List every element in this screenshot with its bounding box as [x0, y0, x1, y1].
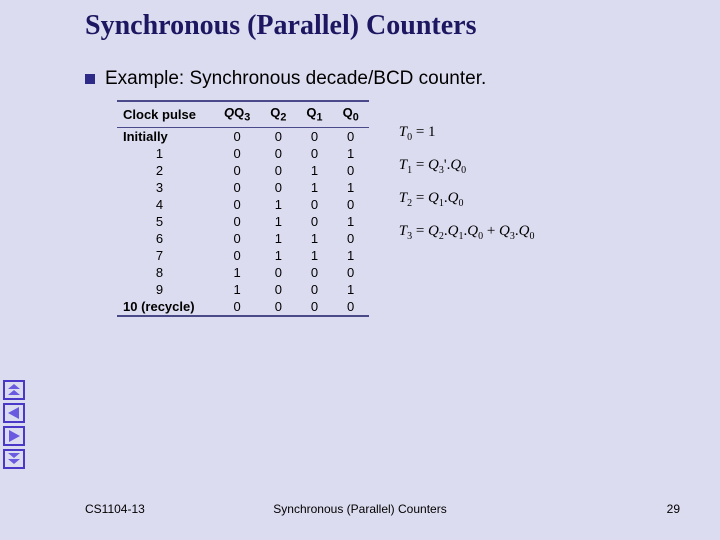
nav-strip [3, 380, 25, 469]
table-row: 91001 [117, 281, 369, 298]
table-row: Initially0000 [117, 127, 369, 145]
page-title: Synchronous (Parallel) Counters [85, 10, 692, 42]
footer-right: 29 [667, 502, 680, 516]
eq-t0: T0 = 1 [399, 124, 535, 143]
table-row: 70111 [117, 247, 369, 264]
col-q0: Q0 [333, 102, 369, 127]
table-row: 10001 [117, 145, 369, 162]
nav-last-button[interactable] [3, 449, 25, 469]
footer-left: CS1104-13 [85, 502, 145, 516]
col-q2: Q2 [260, 102, 296, 127]
eq-t3: T3 = Q2.Q1.Q0 + Q3.Q0 [399, 223, 535, 242]
table-row: 10 (recycle)0000 [117, 298, 369, 315]
right-triangle-icon [7, 430, 21, 442]
table: Clock pulse QQ3Q3 Q2 Q1 Q0 Initially0000… [117, 102, 369, 315]
nav-next-button[interactable] [3, 426, 25, 446]
table-row: 30011 [117, 179, 369, 196]
nav-prev-button[interactable] [3, 403, 25, 423]
col-q3: QQ3Q3 [214, 102, 260, 127]
double-up-icon [7, 384, 21, 396]
eq-t1: T1 = Q3'.Q0 [399, 157, 535, 176]
content-area: Clock pulse QQ3Q3 Q2 Q1 Q0 Initially0000… [117, 100, 692, 317]
footer: CS1104-13 Synchronous (Parallel) Counter… [0, 502, 720, 516]
col-clock: Clock pulse [117, 102, 214, 127]
bullet-item: Example: Synchronous decade/BCD counter. [85, 68, 692, 90]
table-row: 60110 [117, 230, 369, 247]
col-q1: Q1 [296, 102, 332, 127]
equations: T0 = 1 T1 = Q3'.Q0 T2 = Q1.Q0 T3 = Q2.Q1… [399, 124, 535, 317]
table-header-row: Clock pulse QQ3Q3 Q2 Q1 Q0 [117, 102, 369, 127]
table-row: 50101 [117, 213, 369, 230]
nav-first-button[interactable] [3, 380, 25, 400]
bullet-text: Example: Synchronous decade/BCD counter. [105, 68, 486, 90]
double-down-icon [7, 453, 21, 465]
eq-t2: T2 = Q1.Q0 [399, 190, 535, 209]
table-row: 20010 [117, 162, 369, 179]
table-body: Initially0000 10001 20010 30011 40100 50… [117, 127, 369, 315]
truth-table: Clock pulse QQ3Q3 Q2 Q1 Q0 Initially0000… [117, 100, 369, 317]
slide: Synchronous (Parallel) Counters Example:… [0, 0, 720, 317]
table-row: 81000 [117, 264, 369, 281]
table-row: 40100 [117, 196, 369, 213]
left-triangle-icon [7, 407, 21, 419]
bullet-square-icon [85, 74, 95, 84]
